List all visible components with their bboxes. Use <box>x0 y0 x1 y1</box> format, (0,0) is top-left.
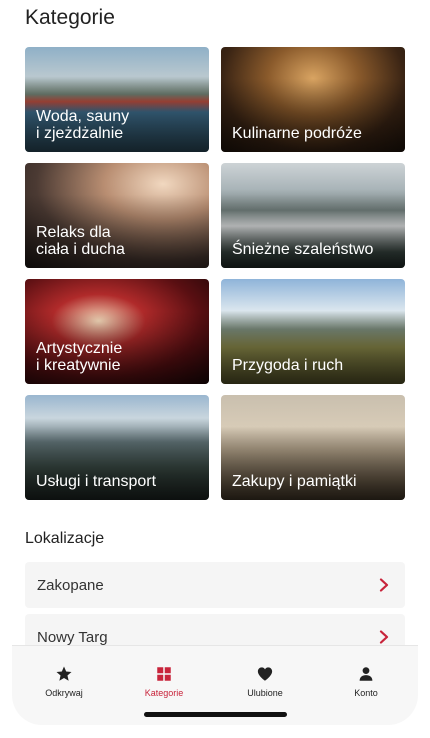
location-label: Zakopane <box>37 576 104 594</box>
category-tile-relax[interactable]: Relaks dla ciała i ducha <box>25 163 209 268</box>
tab-label: Odkrywaj <box>45 688 83 698</box>
person-icon <box>359 667 373 681</box>
category-label: Artystycznie i kreatywnie <box>36 340 123 374</box>
category-tile-transport[interactable]: Usługi i transport <box>25 395 209 500</box>
tab-label: Ulubione <box>247 688 283 698</box>
location-item-zakopane[interactable]: Zakopane <box>25 562 405 608</box>
category-tile-water[interactable]: Woda, sauny i zjeżdżalnie <box>25 47 209 152</box>
category-label: Kulinarne podróże <box>232 125 362 142</box>
heart-icon <box>257 667 273 681</box>
category-tile-snow[interactable]: Śnieżne szaleństwo <box>221 163 405 268</box>
grid-icon <box>157 667 171 681</box>
category-label: Woda, sauny i zjeżdżalnie <box>36 108 130 142</box>
category-label: Zakupy i pamiątki <box>232 473 357 490</box>
category-tile-art[interactable]: Artystycznie i kreatywnie <box>25 279 209 384</box>
chevron-right-icon <box>379 630 389 644</box>
category-label: Relaks dla ciała i ducha <box>36 224 125 258</box>
chevron-right-icon <box>379 578 389 592</box>
tab-ulubione[interactable]: Ulubione <box>215 646 315 698</box>
location-label: Nowy Targ <box>37 628 108 646</box>
category-tile-shopping[interactable]: Zakupy i pamiątki <box>221 395 405 500</box>
category-label: Usługi i transport <box>36 473 157 490</box>
category-grid: Woda, sauny i zjeżdżalnie Kulinarne podr… <box>25 47 405 500</box>
page-title: Kategorie <box>25 6 115 29</box>
category-label: Przygoda i ruch <box>232 357 344 374</box>
category-tile-adventure[interactable]: Przygoda i ruch <box>221 279 405 384</box>
star-icon <box>56 666 72 681</box>
locations-title: Lokalizacje <box>25 530 105 547</box>
tab-konto[interactable]: Konto <box>316 646 416 698</box>
home-indicator <box>144 712 287 717</box>
tab-label: Konto <box>354 688 378 698</box>
tab-kategorie[interactable]: Kategorie <box>114 646 214 698</box>
category-tile-culinary[interactable]: Kulinarne podróże <box>221 47 405 152</box>
tab-odkrywaj[interactable]: Odkrywaj <box>14 646 114 698</box>
tab-label: Kategorie <box>144 688 184 698</box>
category-label: Śnieżne szaleństwo <box>232 241 374 258</box>
